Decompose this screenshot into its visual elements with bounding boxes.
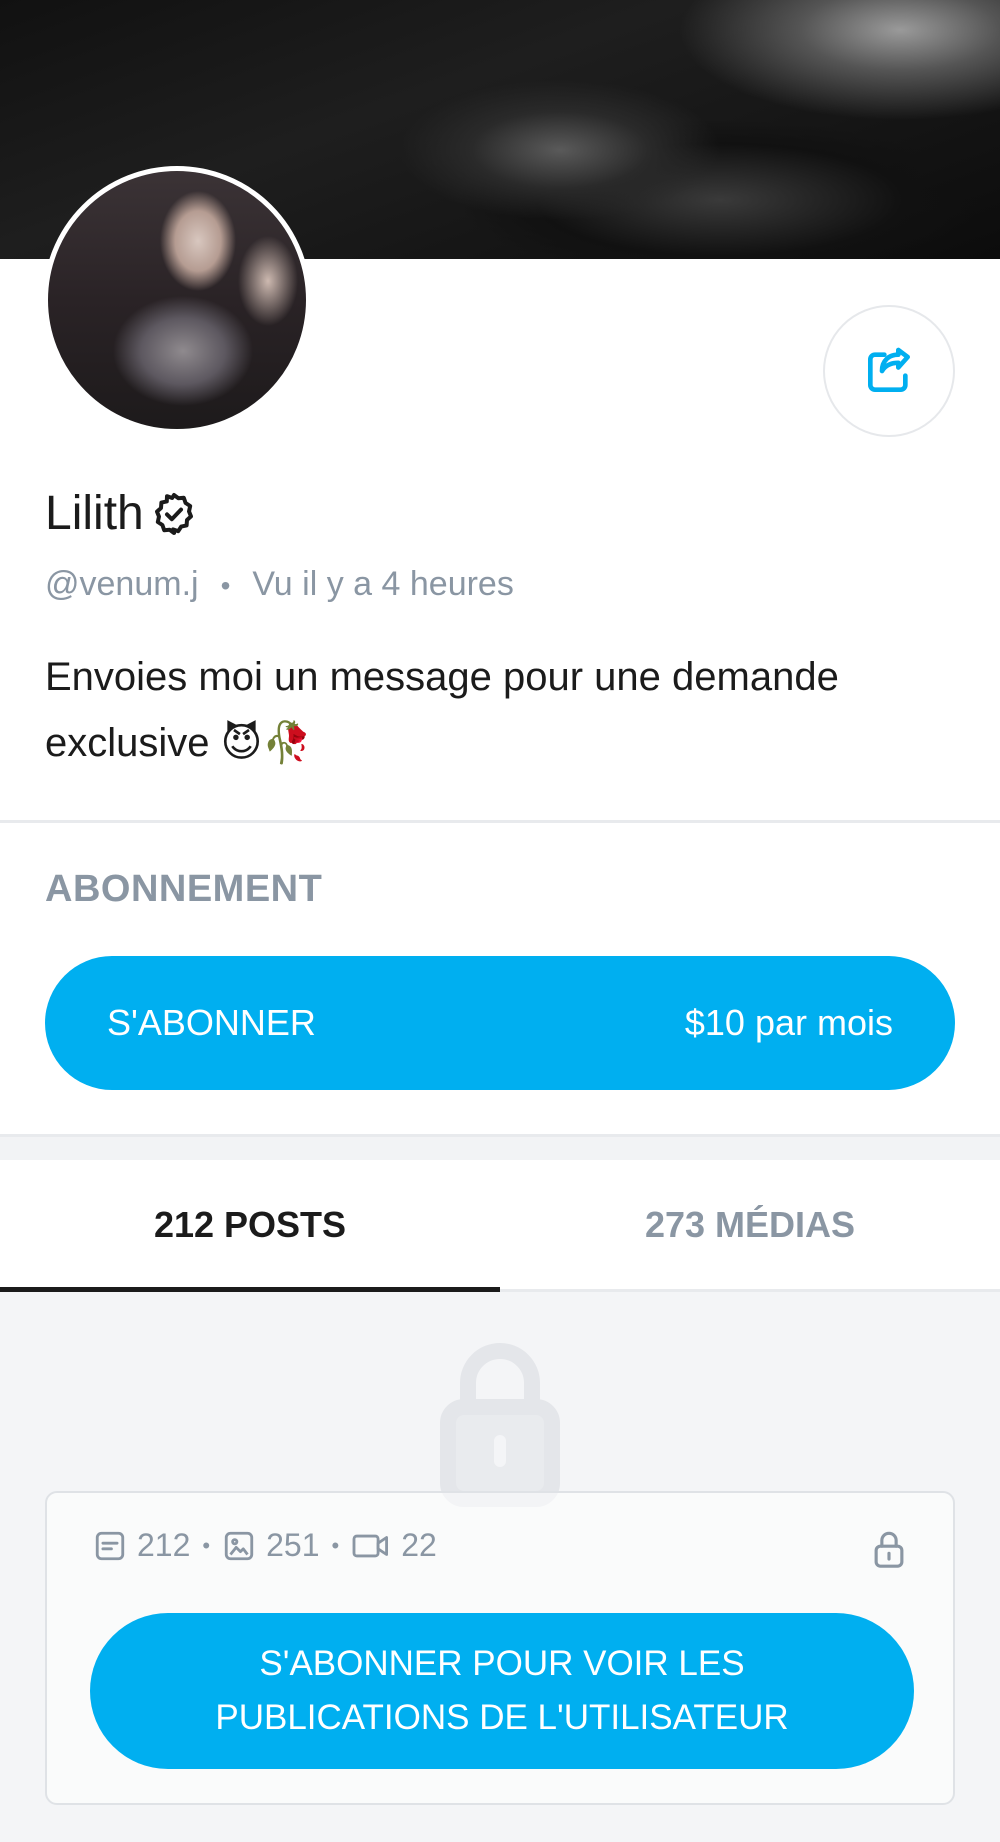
share-button[interactable] [823,305,955,437]
profile-bio: Envoies moi un message pour une demande … [45,655,839,765]
verified-badge-icon [154,493,193,535]
locked-content-area: 212 • 251 • 22 S'ABONNER POUR VOIR LES P… [0,1292,1000,1842]
lock-icon [440,1343,560,1507]
avatar[interactable] [43,166,311,434]
videos-count: 22 [401,1527,437,1563]
subscription-section-title: ABONNEMENT [45,868,323,910]
profile-meta: @venum.j • Vu il y a 4 heures [45,564,514,606]
tab-posts[interactable]: 212 POSTS [0,1160,500,1292]
profile-name: Lilith [45,487,144,540]
separator-dot: • [220,570,231,601]
subscription-price: $10 par mois [684,1002,893,1043]
video-icon [352,1534,389,1557]
subscribe-to-view-button[interactable]: S'ABONNER POUR VOIR LES PUBLICATIONS DE … [90,1613,914,1769]
images-count: 251 [266,1527,320,1563]
subscribe-label: S'ABONNER [107,1002,316,1043]
content-tabs: 212 POSTS 273 MÉDIAS [0,1160,1000,1292]
last-seen: Vu il y a 4 heures [252,565,514,603]
lock-icon [874,1531,904,1568]
divider [0,820,1000,823]
section-divider [0,1134,1000,1160]
media-stats: 212 • 251 • 22 [93,1527,437,1564]
post-icon [95,1531,125,1560]
locked-posts-card: 212 • 251 • 22 S'ABONNER POUR VOIR LES P… [45,1491,955,1805]
tab-media[interactable]: 273 MÉDIAS [500,1160,1000,1289]
profile-name-row: Lilith [45,486,198,542]
separator-dot: • [331,1532,340,1558]
profile-handle[interactable]: @venum.j [45,565,199,603]
subscribe-button[interactable]: S'ABONNER $10 par mois [45,956,955,1090]
posts-count: 212 [137,1527,191,1563]
separator-dot: • [202,1532,211,1558]
share-icon [868,347,910,392]
image-icon [224,1531,254,1560]
